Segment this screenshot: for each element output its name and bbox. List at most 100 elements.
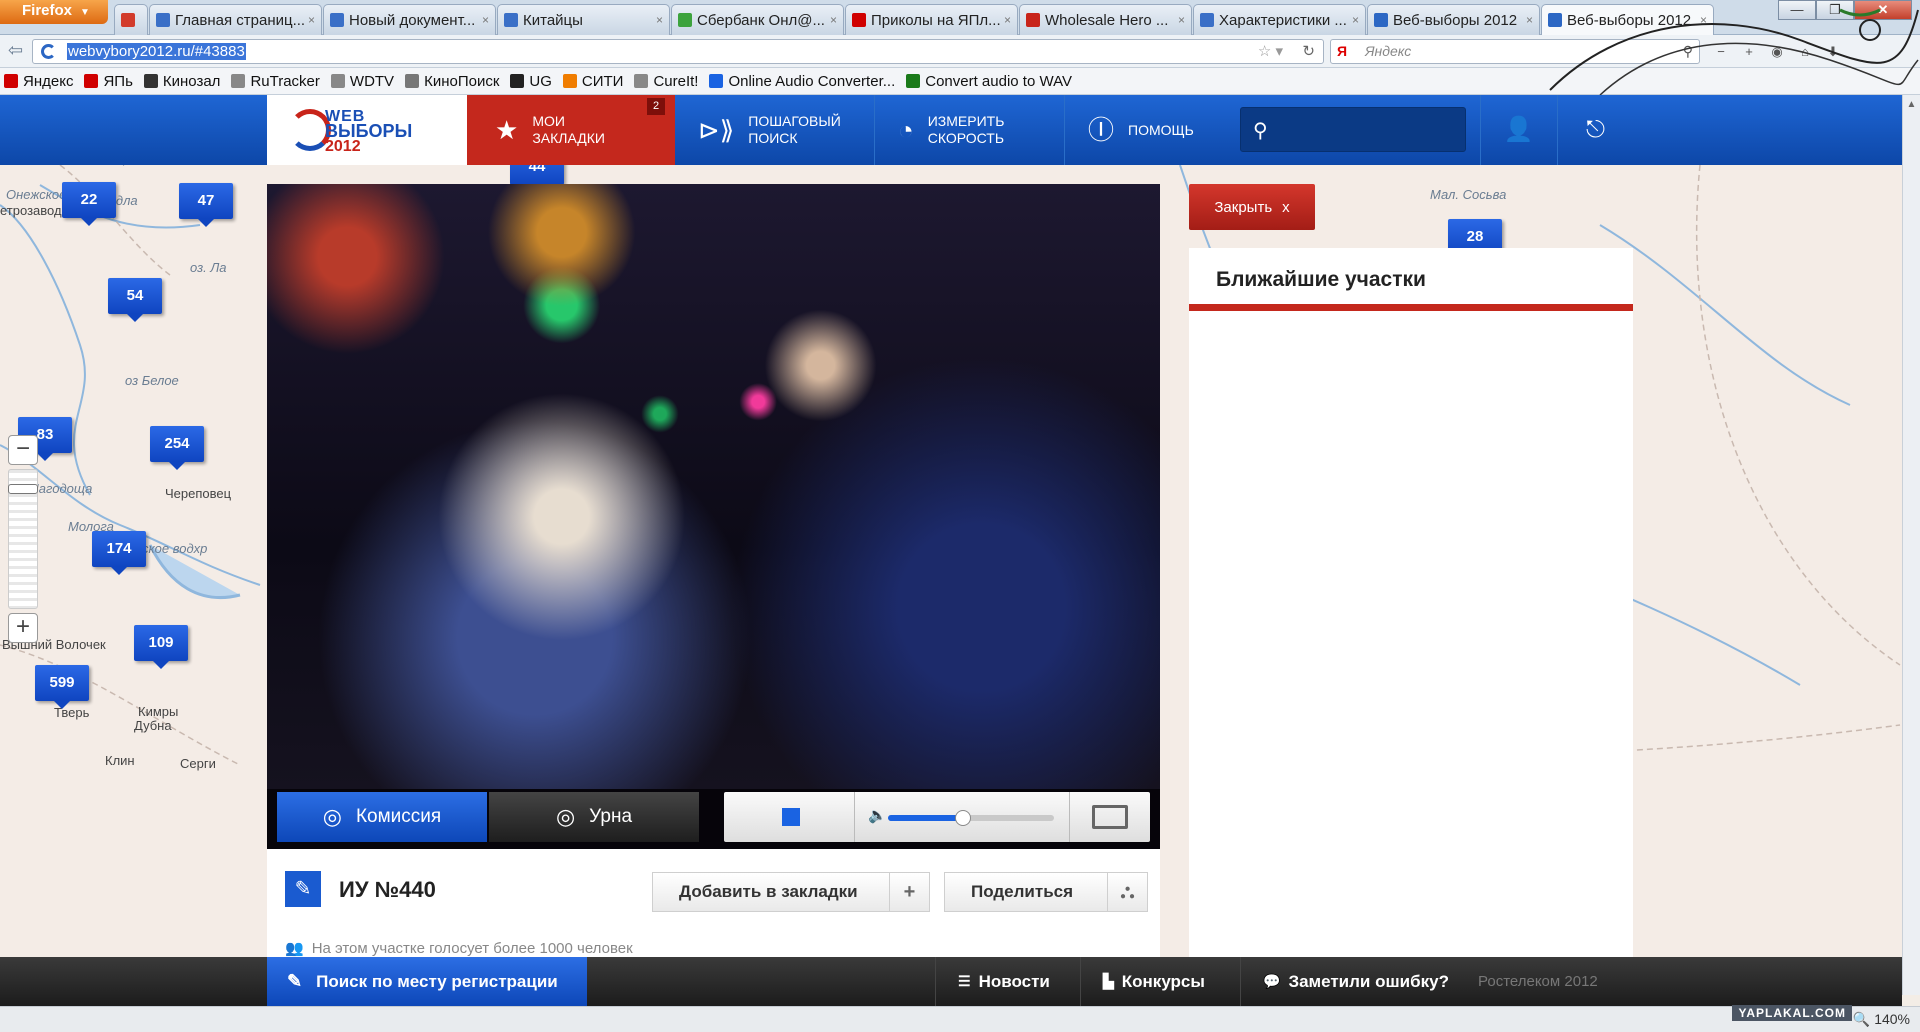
bookmark-item[interactable]: ЯПь <box>84 73 133 90</box>
stop-icon[interactable] <box>782 808 800 826</box>
browser-tab[interactable]: Веб-выборы 2012 × <box>1367 4 1540 35</box>
registration-search-button[interactable]: ✎ Поиск по месту регистрации <box>267 957 587 1006</box>
map-place-label: Череповец <box>165 486 232 501</box>
bookmark-item[interactable]: UG <box>510 73 552 90</box>
bookmark-item[interactable]: Convert audio to WAV <box>906 73 1072 90</box>
browser-tab[interactable]: Характеристики ... × <box>1193 4 1366 35</box>
site-logo[interactable]: WEB ВЫБОРЫ 2012 <box>267 95 467 165</box>
maximize-button[interactable]: ❐ <box>1816 0 1854 20</box>
back-arrow-icon[interactable]: ⇦ <box>8 40 23 61</box>
volume-knob[interactable] <box>954 810 971 826</box>
speech-bubble-icon: 💬 <box>1263 973 1281 989</box>
browser-tab[interactable]: Приколы на ЯПл... × <box>845 4 1018 35</box>
bookmark-favicon-icon <box>906 74 921 88</box>
map-cluster-marker[interactable]: 109 <box>134 625 188 669</box>
report-error-label: Заметили ошибку? <box>1288 971 1449 991</box>
scroll-up-icon[interactable]: ▲ <box>1903 99 1920 110</box>
route-arrows-icon: ⊳⟫ <box>698 114 735 145</box>
home-icon[interactable]: ⌂ <box>1794 41 1816 63</box>
download-icon[interactable]: ⬇ <box>1822 41 1844 63</box>
tab-close-icon[interactable]: × <box>1004 13 1011 27</box>
site-identity-icon[interactable] <box>41 44 56 59</box>
browser-tab[interactable]: Новый документ... × <box>323 4 496 35</box>
bookmark-star-icon[interactable]: ☆ ▾ <box>1258 40 1283 63</box>
fullscreen-icon[interactable] <box>1092 805 1128 829</box>
map-cluster-marker[interactable]: 174 <box>92 531 146 575</box>
speaker-icon[interactable]: 🔈 <box>868 806 887 824</box>
address-bar[interactable]: webvybory2012.ru/#43883 ☆ ▾ ↻ <box>32 39 1324 64</box>
bookmark-item[interactable]: Кинозал <box>143 73 220 90</box>
window-close-button[interactable]: ✕ <box>1854 0 1912 20</box>
nav-route-line1: Пошаговый <box>748 113 841 129</box>
watermark: YAPLAKAL.COM <box>1732 1005 1852 1021</box>
browser-tab[interactable]: Wholesale Hero ... × <box>1019 4 1192 35</box>
browser-tab[interactable]: Веб-выборы 2012 × <box>1541 4 1714 35</box>
user-icon[interactable]: 👤 <box>1480 95 1556 165</box>
bookmark-item[interactable]: WDTV <box>330 73 394 90</box>
camera-urn-button[interactable]: ◎ Урна <box>489 792 699 842</box>
tab-close-icon[interactable]: × <box>1352 13 1359 27</box>
nav-help[interactable]: ⓘ Помощь <box>1080 95 1230 165</box>
firefox-menu-button[interactable]: Firefox ▼ <box>0 0 108 24</box>
browser-tab[interactable]: Главная страниц... × <box>149 4 322 35</box>
news-link[interactable]: ☰ Новости <box>935 957 1072 1006</box>
video-player[interactable]: ◎ Комиссия ◎ Урна 🔈 <box>267 184 1160 849</box>
tab-title: Веб-выборы 2012 <box>1567 11 1692 29</box>
tab-close-icon[interactable]: × <box>656 13 663 27</box>
bookmark-item[interactable]: CureIt! <box>634 73 698 90</box>
camera-commission-button[interactable]: ◎ Комиссия <box>277 792 487 842</box>
bookmark-item[interactable]: КиноПоиск <box>405 73 499 90</box>
zoom-level[interactable]: 🔍 140% <box>1853 1011 1910 1028</box>
search-icon[interactable]: ⚲ <box>1683 40 1693 63</box>
tab-close-icon[interactable]: × <box>1526 13 1533 27</box>
bookmark-item[interactable]: RuTracker <box>231 73 320 90</box>
close-panel-button[interactable]: Закрыть x <box>1189 184 1315 230</box>
map-zoom-slider[interactable] <box>8 469 38 609</box>
site-search[interactable]: ⚲ <box>1240 107 1466 152</box>
logout-icon[interactable]: ⎋ <box>1557 95 1633 165</box>
map-cluster-marker[interactable]: 44 <box>510 165 564 193</box>
addon-icon[interactable]: ◉ <box>1766 41 1788 63</box>
bookmark-item[interactable]: Яндекс <box>4 73 73 90</box>
add-bookmark-button[interactable]: Добавить в закладки + <box>652 872 930 912</box>
nav-step-search[interactable]: ⊳⟫ Пошаговый поиск <box>690 95 875 165</box>
video-frame[interactable] <box>267 184 1160 789</box>
minimize-button[interactable]: — <box>1778 0 1816 20</box>
yandex-icon[interactable]: Я <box>1337 40 1347 63</box>
zoom-out-icon[interactable]: − <box>1710 41 1732 63</box>
bookmark-favicon-icon <box>709 74 724 88</box>
bookmark-item[interactable]: Online Audio Converter... <box>709 73 895 90</box>
tab-close-icon[interactable]: × <box>1700 13 1707 27</box>
map-cluster-marker[interactable]: 599 <box>35 665 89 709</box>
bookmark-item[interactable]: СИТИ <box>562 73 623 90</box>
contests-link[interactable]: ▙ Конкурсы <box>1080 957 1227 1006</box>
bookmark-favicon-icon <box>510 74 525 88</box>
reload-icon[interactable]: ↻ <box>1302 40 1315 63</box>
tab-close-icon[interactable]: × <box>830 13 837 27</box>
map-cluster-marker[interactable]: 54 <box>108 278 162 322</box>
browser-search-box[interactable]: Я Яндекс ⚲ <box>1330 39 1700 64</box>
tab-close-icon[interactable]: × <box>308 13 315 27</box>
map-cluster-marker[interactable]: 22 <box>62 182 116 226</box>
zoom-slider-handle[interactable] <box>8 484 38 494</box>
browser-navbar: ⇦ webvybory2012.ru/#43883 ☆ ▾ ↻ Я Яндекс… <box>0 35 1920 68</box>
browser-tab[interactable] <box>114 4 148 35</box>
map-cluster-marker[interactable]: 254 <box>150 426 204 470</box>
tab-close-icon[interactable]: × <box>1178 13 1185 27</box>
map-zoom-in-button[interactable]: + <box>8 613 38 643</box>
volume-slider[interactable] <box>888 810 1054 826</box>
report-error-link[interactable]: 💬 Заметили ошибку? <box>1240 957 1471 1006</box>
nav-my-bookmarks[interactable]: ★ Мои закладки 2 <box>467 95 675 165</box>
map-place-label: Дубна <box>134 718 172 733</box>
zoom-in-icon[interactable]: + <box>1738 41 1760 63</box>
browser-tab[interactable]: Китайцы × <box>497 4 670 35</box>
share-button[interactable]: Поделиться ⛬ <box>944 872 1148 912</box>
tab-close-icon[interactable]: × <box>482 13 489 27</box>
map-zoom-out-button[interactable]: − <box>8 435 38 465</box>
site-search-input[interactable] <box>1283 116 1459 144</box>
map-cluster-marker[interactable]: 47 <box>179 183 233 227</box>
page-scrollbar[interactable]: ▲ <box>1902 95 1920 995</box>
browser-tab[interactable]: Сбербанк Онл@... × <box>671 4 844 35</box>
map-place-label: Чагодоща <box>30 481 93 496</box>
nav-measure-speed[interactable]: ◔ Измерить скорость <box>890 95 1065 165</box>
